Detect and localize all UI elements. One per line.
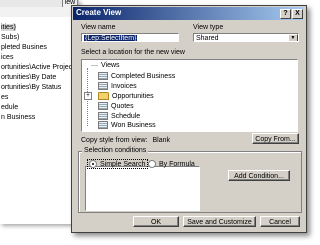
cancel-button[interactable]: Cancel	[260, 216, 300, 227]
background-list-item[interactable]: edule	[1, 104, 18, 111]
view-grid-icon	[98, 102, 108, 110]
background-list-item[interactable]: Subs)	[1, 34, 19, 41]
copy-style-label-text: Copy style from view:	[81, 137, 148, 144]
tree-root-dash: —	[91, 62, 98, 69]
tree-root-label: Views	[101, 62, 120, 69]
tree-item-opportunities[interactable]: Opportunities	[98, 92, 154, 100]
copy-style-value: Blank	[152, 137, 170, 144]
tree-item-schedule[interactable]: Schedule	[98, 112, 140, 120]
view-name-value: {Lep:SelectItem}	[84, 35, 138, 42]
background-list-item[interactable]: ortunities\By Date	[1, 74, 56, 81]
view-grid-icon	[98, 72, 108, 80]
selection-conditions-box[interactable]	[85, 166, 200, 211]
dialog-title: Create View	[76, 8, 122, 17]
help-icon[interactable]: ?	[280, 9, 291, 19]
view-type-value: Shared	[196, 35, 219, 42]
add-condition-button[interactable]: Add Condition...	[228, 170, 290, 181]
tree-item-label: Opportunities	[112, 92, 154, 100]
dialog-titlebar[interactable]: Create View ? X	[73, 7, 303, 20]
view-name-label: View name	[81, 24, 116, 31]
chevron-down-icon[interactable]: ▼	[288, 34, 298, 41]
tree-item-label: Completed Business	[111, 72, 176, 80]
tree-root-views[interactable]: — Views	[91, 62, 120, 69]
create-view-dialog: Create View ? X View name {Lep:SelectIte…	[71, 5, 307, 233]
selection-conditions-label: Selection conditions	[82, 147, 149, 154]
background-toolbar	[0, 7, 78, 17]
ok-button[interactable]: OK	[133, 216, 179, 227]
tree-item-label: Schedule	[111, 112, 141, 120]
tree-item-label: Invoices	[111, 82, 137, 90]
simple-search-radio[interactable]: Simple Search	[87, 159, 148, 169]
save-and-customize-button[interactable]: Save and Customize	[183, 216, 256, 227]
tree-item-label: Quotes	[111, 102, 134, 110]
background-list-item[interactable]: n Business	[1, 114, 35, 121]
view-grid-icon	[98, 112, 108, 120]
tree-expand-icon[interactable]: +	[84, 92, 92, 100]
tree-item-invoices[interactable]: Invoices	[98, 82, 137, 90]
tree-item-quotes[interactable]: Quotes	[98, 102, 134, 110]
view-type-label: View type	[193, 24, 224, 31]
close-icon[interactable]: X	[292, 9, 303, 19]
by-formula-label: By Formula	[159, 160, 195, 168]
view-type-select[interactable]: Shared ▼	[193, 33, 299, 42]
background-window: iew ities) Subs) pleted Busines ices ort…	[0, 0, 79, 224]
copy-style-label: Copy style from view: Blank	[81, 137, 170, 144]
background-list-item[interactable]: ortunities\Active Projects	[1, 64, 78, 71]
tree-item-label: Won Business	[111, 121, 156, 129]
view-grid-icon	[98, 82, 108, 90]
simple-search-label: Simple Search	[100, 160, 146, 168]
copy-from-button[interactable]: Copy From...	[252, 133, 299, 144]
radio-checked-icon	[89, 160, 97, 168]
radio-icon	[148, 160, 156, 168]
by-formula-radio[interactable]: By Formula	[148, 160, 195, 168]
background-list-item[interactable]: ities)	[1, 24, 16, 31]
tree-item-won-business[interactable]: Won Business	[98, 121, 156, 129]
background-list-item[interactable]: ices	[1, 54, 13, 61]
background-list-item[interactable]: ortunities\By Status	[1, 84, 61, 91]
view-name-input[interactable]: {Lep:SelectItem}	[81, 33, 179, 42]
background-list-item[interactable]: es	[1, 94, 8, 101]
location-tree[interactable]: — Views Completed Business Invoices + Op…	[81, 59, 298, 132]
view-grid-icon	[98, 121, 108, 129]
background-list-item[interactable]: pleted Busines	[1, 44, 47, 51]
folder-icon	[98, 92, 109, 100]
tree-item-completed-business[interactable]: Completed Business	[98, 72, 175, 80]
location-label: Select a location for the new view	[81, 49, 185, 56]
